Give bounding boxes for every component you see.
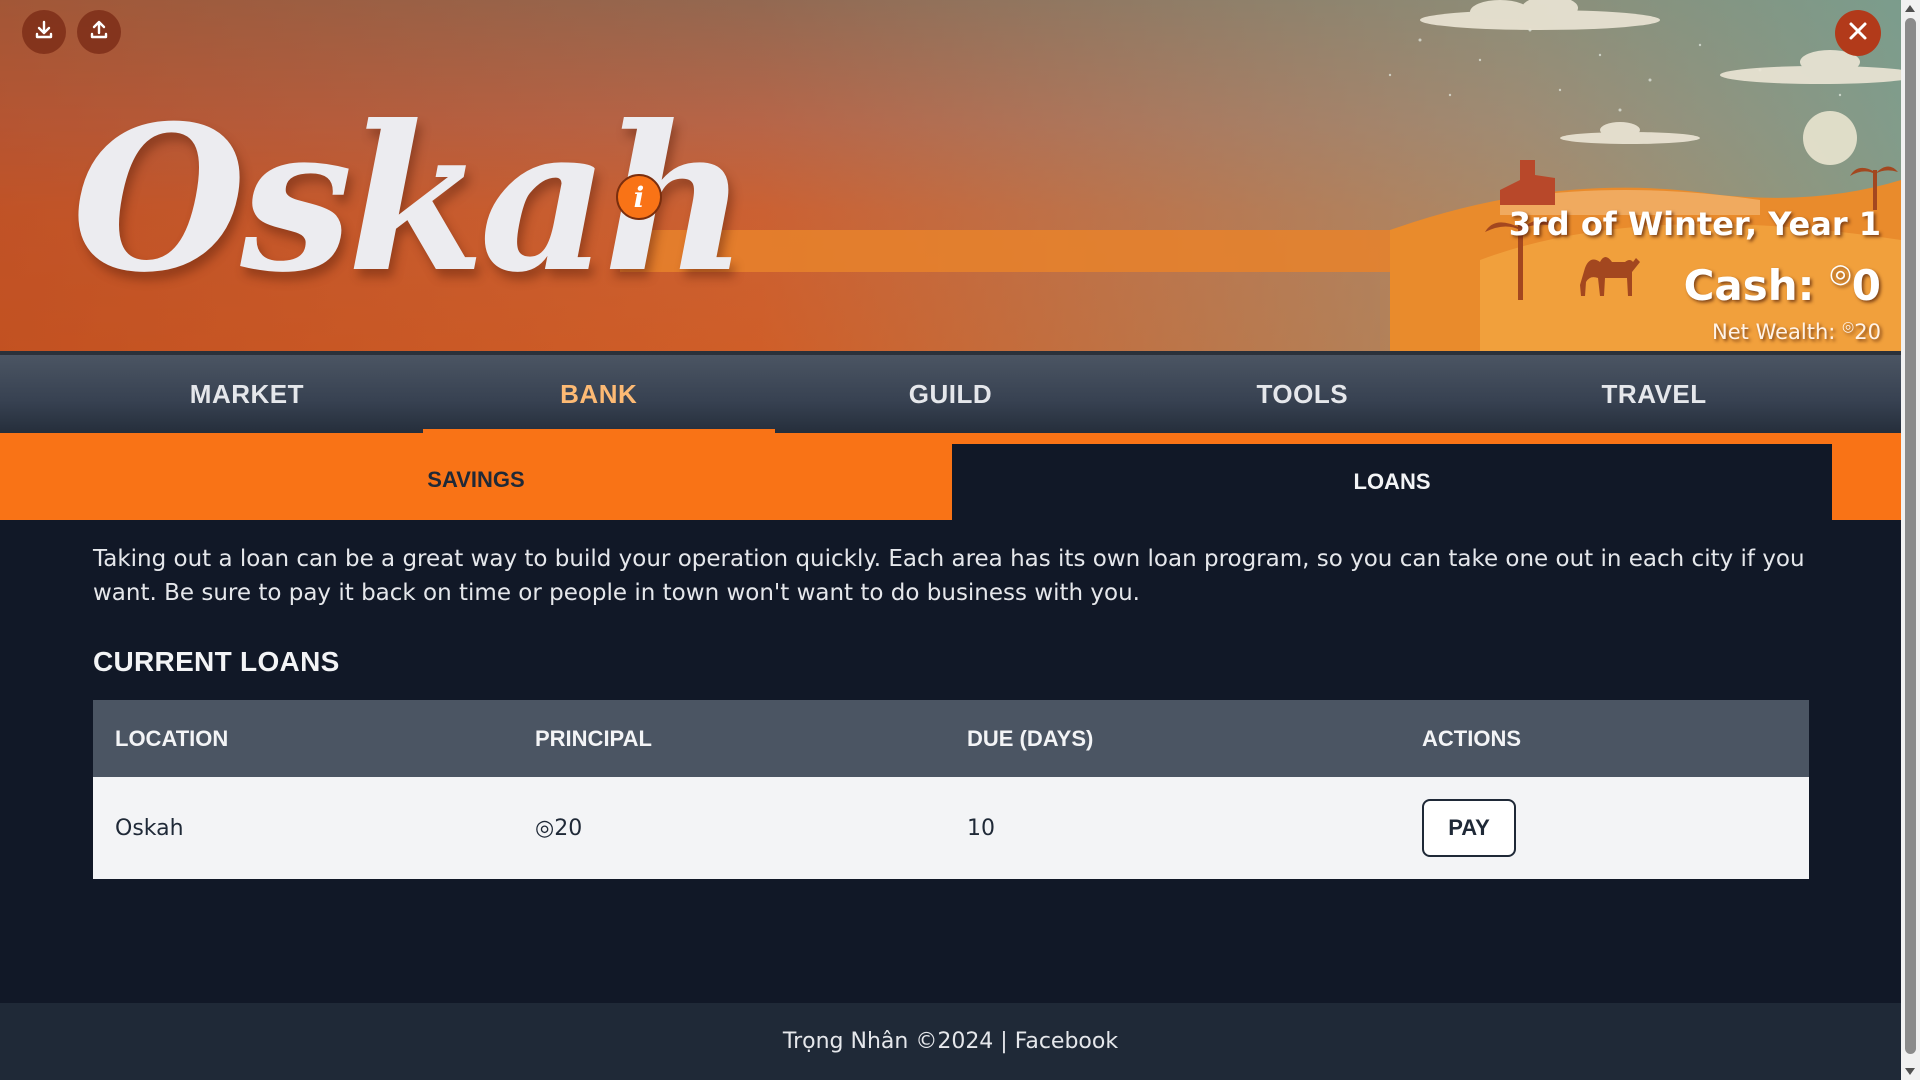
scrollbar-thumb[interactable] bbox=[1905, 18, 1916, 1054]
header-banner: Oskah i 3rd of Winter, Year 1 Cash: ◎0 N… bbox=[0, 0, 1901, 351]
game-date: 3rd of Winter, Year 1 bbox=[1508, 205, 1881, 243]
table-header-row: LOCATION PRINCIPAL DUE (DAYS) ACTIONS bbox=[93, 700, 1809, 777]
table-row: Oskah ◎20 10 PAY bbox=[93, 777, 1809, 879]
nav-guild[interactable]: GUILD bbox=[775, 355, 1127, 433]
column-header-principal: PRINCIPAL bbox=[513, 700, 945, 777]
loans-table: LOCATION PRINCIPAL DUE (DAYS) ACTIONS Os… bbox=[93, 700, 1809, 879]
loan-due-days: 10 bbox=[945, 777, 1400, 879]
nav-tools[interactable]: TOOLS bbox=[1126, 355, 1478, 433]
net-wealth-display: Net Wealth: ◎20 bbox=[1509, 312, 1881, 347]
footer: Trọng Nhân ©2024 | Facebook bbox=[0, 1003, 1901, 1080]
loan-actions-cell: PAY bbox=[1400, 777, 1809, 879]
coin-icon: ◎ bbox=[1842, 319, 1855, 335]
column-header-due: DUE (DAYS) bbox=[945, 700, 1400, 777]
footer-credit: Trọng Nhân ©2024 | bbox=[782, 1029, 1008, 1054]
scroll-up-arrow-icon[interactable] bbox=[1905, 5, 1915, 12]
loan-principal: ◎20 bbox=[513, 777, 945, 879]
loan-location: Oskah bbox=[93, 777, 513, 879]
vertical-scrollbar[interactable] bbox=[1901, 0, 1920, 1080]
cash-label: Cash: bbox=[1683, 261, 1815, 310]
cash-display: Cash: ◎0 bbox=[1509, 248, 1881, 312]
nav-market[interactable]: MARKET bbox=[71, 355, 423, 433]
loans-panel: Taking out a loan can be a great way to … bbox=[93, 520, 1809, 879]
net-wealth-value: 20 bbox=[1854, 320, 1881, 344]
column-header-location: LOCATION bbox=[93, 700, 513, 777]
close-icon bbox=[1847, 20, 1869, 46]
loans-intro-text: Taking out a loan can be a great way to … bbox=[93, 546, 1805, 606]
coin-icon: ◎ bbox=[1829, 259, 1852, 289]
download-icon bbox=[33, 19, 55, 45]
facebook-link[interactable]: Facebook bbox=[1015, 1029, 1118, 1054]
upload-button[interactable] bbox=[77, 10, 121, 54]
app-window: Oskah i 3rd of Winter, Year 1 Cash: ◎0 N… bbox=[0, 0, 1901, 1080]
main-nav: MARKET BANK GUILD TOOLS TRAVEL bbox=[0, 351, 1901, 439]
column-header-actions: ACTIONS bbox=[1400, 700, 1809, 777]
bank-subtabs: SAVINGS LOANS bbox=[0, 439, 1901, 520]
current-loans-heading: CURRENT LOANS bbox=[93, 646, 340, 677]
nav-travel[interactable]: TRAVEL bbox=[1478, 355, 1830, 433]
pay-button[interactable]: PAY bbox=[1422, 799, 1516, 857]
player-status: 3rd of Winter, Year 1 Cash: ◎0 Net Wealt… bbox=[1509, 200, 1881, 347]
tab-savings[interactable]: SAVINGS bbox=[0, 439, 952, 520]
tab-loans[interactable]: LOANS bbox=[952, 444, 1832, 520]
cash-value: 0 bbox=[1851, 261, 1881, 310]
close-button[interactable] bbox=[1835, 10, 1881, 56]
net-wealth-label: Net Wealth: bbox=[1712, 320, 1836, 344]
nav-bank[interactable]: BANK bbox=[422, 355, 775, 439]
download-button[interactable] bbox=[22, 10, 66, 54]
scroll-down-arrow-icon[interactable] bbox=[1905, 1068, 1915, 1075]
upload-icon bbox=[88, 19, 110, 45]
info-icon[interactable]: i bbox=[616, 174, 662, 220]
